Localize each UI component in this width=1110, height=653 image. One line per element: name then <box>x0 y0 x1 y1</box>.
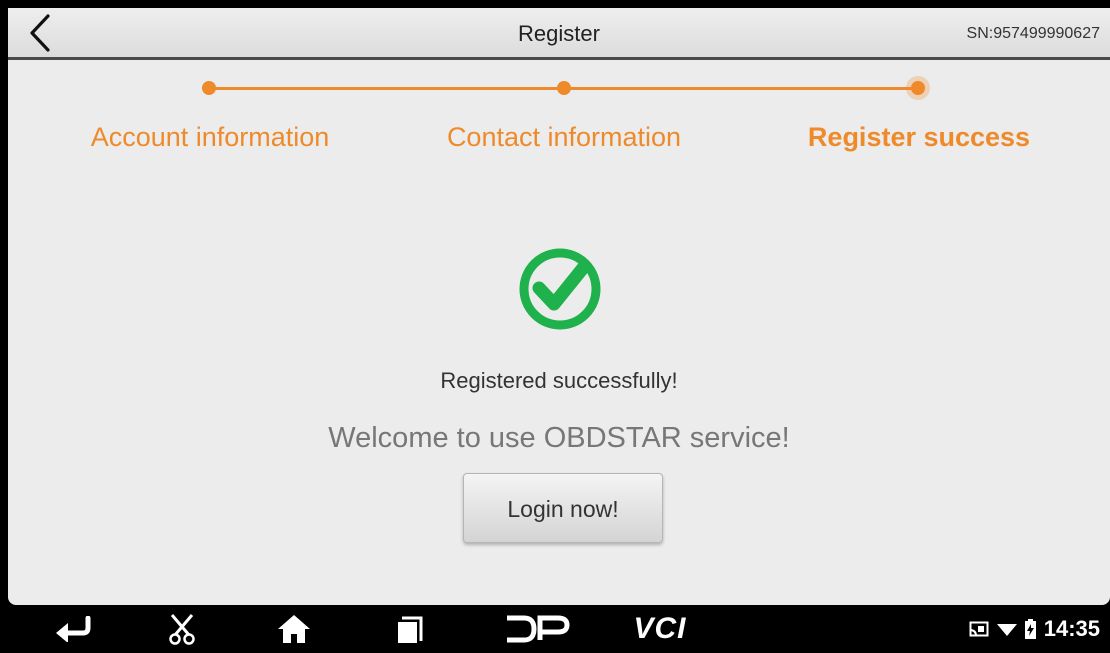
battery-icon <box>1024 619 1036 639</box>
step-label-account: Account information <box>90 122 330 152</box>
dp-logo-icon <box>507 615 570 643</box>
serial-number: SN:957499990627 <box>966 25 1100 42</box>
registration-stepper: Account information Contact information … <box>8 60 1110 190</box>
nav-dp-button[interactable] <box>502 605 572 653</box>
scissors-icon <box>169 614 195 645</box>
main-content: Account information Contact information … <box>8 60 1110 605</box>
step-dot-contact <box>557 81 571 95</box>
home-icon <box>278 615 310 643</box>
back-arrow-icon <box>56 616 91 642</box>
nav-home-button[interactable] <box>272 605 316 653</box>
page-title: Register <box>518 21 600 46</box>
step-label-contact: Contact information <box>446 122 682 152</box>
navigation-bar: VCI 14:35 <box>8 605 1110 653</box>
step-dot-success <box>911 81 925 95</box>
cast-icon <box>969 621 989 637</box>
title-bar: Register SN:957499990627 <box>8 8 1110 60</box>
nav-screenshot-button[interactable] <box>160 605 204 653</box>
recent-apps-icon <box>398 616 423 643</box>
login-now-button[interactable]: Login now! <box>463 473 663 543</box>
clock: 14:35 <box>1043 616 1100 641</box>
nav-vci-button[interactable]: VCI <box>620 605 700 653</box>
step-connector-1 <box>209 87 564 90</box>
status-area: 14:35 <box>969 605 1100 653</box>
nav-recent-apps-button[interactable] <box>388 605 432 653</box>
step-label-success: Register success <box>807 122 1031 152</box>
success-title: Registered successfully! <box>440 368 678 393</box>
step-connector-2 <box>564 87 918 90</box>
welcome-message: Welcome to use OBDSTAR service! <box>328 422 790 454</box>
vci-logo-icon: VCI <box>633 612 687 645</box>
check-circle-icon <box>519 248 601 330</box>
app-screen: Register SN:957499990627 Account informa… <box>8 0 1110 653</box>
step-dot-account <box>202 81 216 95</box>
nav-back-button[interactable] <box>48 605 98 653</box>
wifi-icon <box>996 624 1017 636</box>
